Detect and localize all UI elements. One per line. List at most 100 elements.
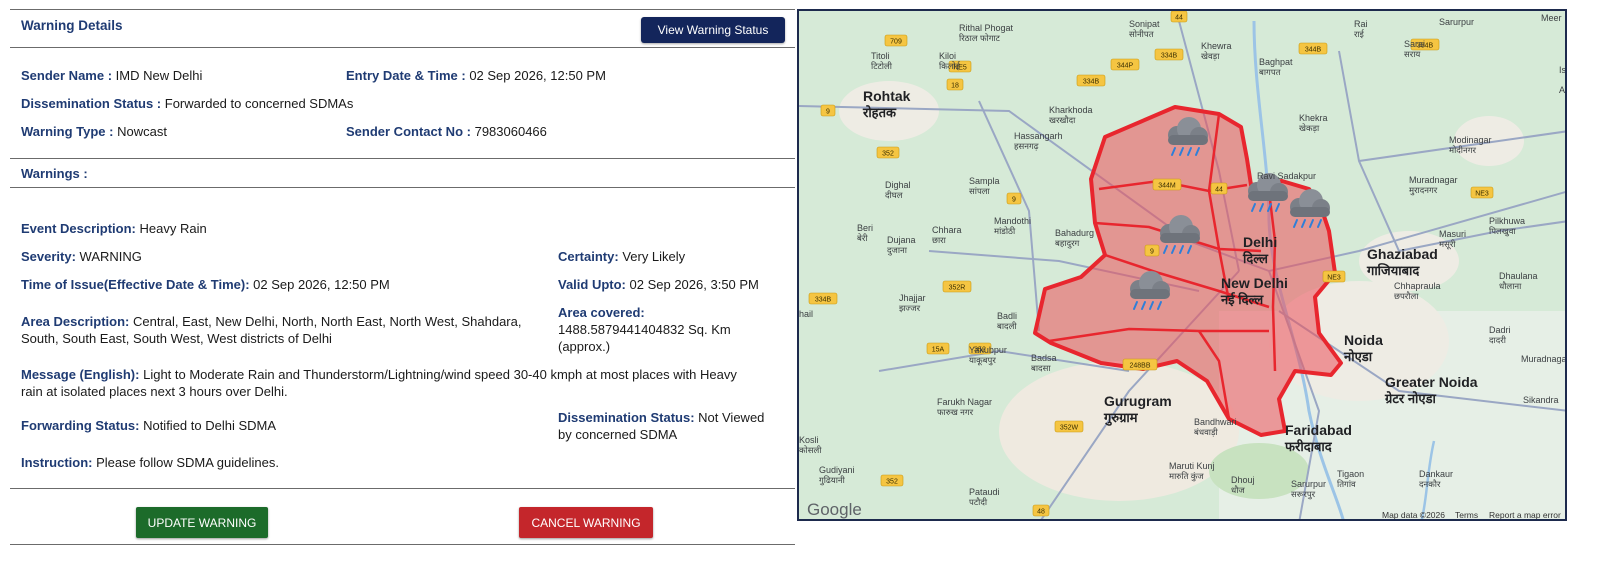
place-label: Bahadurg bbox=[1055, 228, 1094, 238]
road-shield-label: 344M bbox=[1158, 183, 1176, 190]
place-label-hindi: सराय bbox=[1404, 49, 1421, 59]
instruction-value: Please follow SDMA guidelines. bbox=[96, 455, 279, 470]
place-label: Beri bbox=[857, 223, 873, 233]
sender-name-row: Sender Name : IMD New Delhi bbox=[21, 67, 202, 84]
place-label-hindi: बादसा bbox=[1031, 363, 1051, 373]
place-label-hindi: दादरी bbox=[1489, 335, 1507, 345]
road-shield-label: 9 bbox=[1150, 249, 1154, 256]
area-covered-row: Area covered: 1488.5879441404832 Sq. Km … bbox=[558, 304, 788, 355]
place-label-hindi: गुढियानी bbox=[819, 475, 846, 486]
place-label-hindi: झज्जर bbox=[899, 303, 921, 313]
road-shield-label: 248BB bbox=[1129, 363, 1150, 370]
place-label: Rai bbox=[1354, 19, 1368, 29]
place-label: Badsa bbox=[1031, 353, 1057, 363]
place-label: Pataudi bbox=[969, 487, 1000, 497]
event-description-row: Event Description: Heavy Rain bbox=[21, 220, 207, 237]
area-description-row: Area Description: Central, East, New Del… bbox=[21, 313, 541, 347]
place-label: Noida bbox=[1344, 332, 1383, 348]
valid-upto-row: Valid Upto: 02 Sep 2026, 3:50 PM bbox=[558, 276, 759, 293]
place-label: Rohtak bbox=[863, 88, 911, 104]
place-label: Dadri bbox=[1489, 325, 1511, 335]
report-map-error-link[interactable]: Report a map error bbox=[1489, 510, 1561, 520]
road-shield-label: 344P bbox=[1117, 63, 1134, 70]
road-shield-label: 352 bbox=[882, 151, 894, 158]
event-value: Heavy Rain bbox=[139, 221, 207, 236]
road-shield-label: 709 bbox=[890, 39, 902, 46]
warnings-title: Warnings : bbox=[21, 166, 88, 181]
place-label: Gudiyani bbox=[819, 465, 855, 475]
place-label: Masuri bbox=[1439, 229, 1466, 239]
place-label-hindi: याकूबपुर bbox=[969, 355, 996, 366]
road-shield-label: 352W bbox=[1060, 425, 1079, 432]
place-label: Yakubpur bbox=[969, 345, 1007, 355]
place-label: Titoli bbox=[871, 51, 890, 61]
place-label: Jhajjar bbox=[899, 293, 926, 303]
sender-name-value: IMD New Delhi bbox=[115, 68, 203, 83]
road-shield-label: 334B bbox=[1161, 53, 1178, 60]
place-label: New Delhi bbox=[1221, 275, 1288, 291]
road-shield-label: 352R bbox=[949, 285, 966, 292]
section-title: Warning Details bbox=[21, 18, 123, 33]
map-terms-link[interactable]: Terms bbox=[1455, 510, 1478, 520]
road-shield-label: 9 bbox=[826, 109, 830, 116]
place-label-hindi: खेकड़ा bbox=[1299, 123, 1320, 133]
road-shield-label: NE3 bbox=[1327, 275, 1341, 282]
place-label-hindi: बादली bbox=[997, 321, 1017, 331]
place-label: Delhi bbox=[1243, 234, 1277, 250]
warning-type-value: Nowcast bbox=[117, 124, 167, 139]
place-label-hindi: नोएडा bbox=[1343, 349, 1373, 364]
certainty-label: Certainty: bbox=[558, 249, 619, 264]
place-label-hindi: पटौदी bbox=[969, 497, 988, 507]
place-label-hindi: सोनीपत bbox=[1129, 29, 1154, 39]
place-label: Khekra bbox=[1299, 113, 1328, 123]
place-label-hindi: बेरी bbox=[857, 233, 868, 243]
place-label-hindi: दुजाना bbox=[887, 245, 908, 256]
warning-details-panel: Warning Details View Warning Status Send… bbox=[10, 9, 795, 559]
place-label: Rithal Phogat bbox=[959, 23, 1014, 33]
issue-value: 02 Sep 2026, 12:50 PM bbox=[253, 277, 390, 292]
place-label: Sarurpur bbox=[1439, 17, 1474, 27]
place-label-hindi: धौलाना bbox=[1499, 281, 1522, 291]
place-label: Pilkhuwa bbox=[1489, 216, 1525, 226]
road-shield-label: 15A bbox=[932, 347, 945, 354]
place-label-hindi: रोहतक bbox=[862, 105, 897, 120]
place-label-hindi: टिटोली bbox=[871, 61, 893, 71]
sender-contact-row: Sender Contact No : 7983060466 bbox=[346, 123, 547, 140]
warning-area-map[interactable]: 44 709 NE5 18 9 352 9 334B 344P 334B 344B 334B 9 44 34… bbox=[797, 9, 1567, 521]
place-label-hindi: छपरौला bbox=[1394, 291, 1419, 301]
area-covered-value: 1488.5879441404832 Sq. Km bbox=[558, 322, 731, 337]
place-label: Badli bbox=[997, 311, 1017, 321]
cancel-warning-button[interactable]: CANCEL WARNING bbox=[519, 507, 653, 538]
place-label: Bandhwari bbox=[1194, 417, 1237, 427]
place-label-hindi: नई दिल्ल bbox=[1220, 292, 1264, 307]
place-label: Atmanpur bbox=[1559, 85, 1567, 95]
place-label: Faridabad bbox=[1285, 422, 1352, 438]
road-shield-label: 18 bbox=[951, 83, 959, 90]
place-label-hindi: मांडोठी bbox=[994, 226, 1016, 236]
sender-name-label: Sender Name : bbox=[21, 68, 113, 83]
update-warning-button[interactable]: UPDATE WARNING bbox=[136, 507, 268, 538]
place-label-hindi: गाजियाबाद bbox=[1366, 263, 1420, 278]
divider bbox=[10, 187, 795, 188]
severity-row: Severity: WARNING bbox=[21, 248, 142, 265]
dissemination-value: Forwarded to concerned SDMAs bbox=[164, 96, 354, 111]
sender-contact-label: Sender Contact No : bbox=[346, 124, 471, 139]
issue-label: Time of Issue(Effective Date & Time): bbox=[21, 277, 250, 292]
place-label-hindi: धौज bbox=[1231, 485, 1245, 495]
place-label: Sarai bbox=[1404, 39, 1425, 49]
place-label-hindi: सरूरपुर bbox=[1291, 489, 1316, 500]
place-label-hindi: बहादुरग bbox=[1055, 238, 1080, 249]
warning-type-label: Warning Type : bbox=[21, 124, 114, 139]
place-label-hindi: मारुति कुंज bbox=[1169, 471, 1204, 482]
area-desc-value: Central, East, New Delhi, North, North E… bbox=[133, 314, 522, 329]
place-label-hindi: फारुख नगर bbox=[937, 407, 974, 417]
map-canvas[interactable]: 44709NE51893529334B344P334B344B334B94434… bbox=[799, 11, 1567, 521]
view-warning-status-button[interactable]: View Warning Status bbox=[641, 17, 785, 43]
place-label: Dankaur bbox=[1419, 469, 1453, 479]
message-row: Message (English): Light to Moderate Rai… bbox=[21, 366, 786, 400]
place-label-hindi: खरखौदा bbox=[1049, 115, 1076, 125]
place-label-hindi: खेवड़ा bbox=[1201, 51, 1220, 61]
place-label: Hassangarh bbox=[1014, 131, 1063, 141]
time-of-issue-row: Time of Issue(Effective Date & Time): 02… bbox=[21, 276, 390, 293]
road-shield-label: 352 bbox=[886, 479, 898, 486]
